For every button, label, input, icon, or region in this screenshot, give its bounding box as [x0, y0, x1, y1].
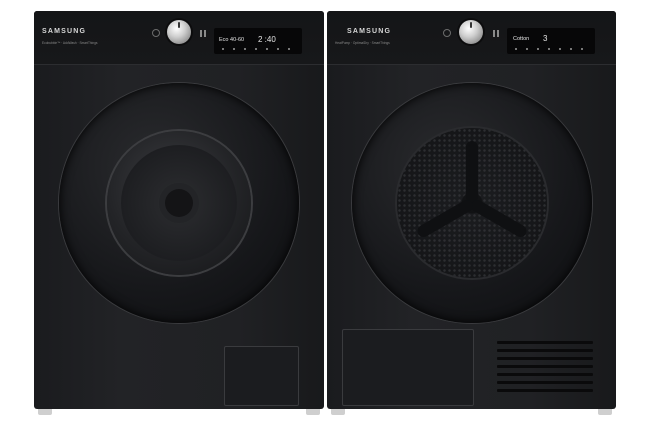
washer-door-glass: [107, 131, 251, 275]
dryer-feature-text: HeatPump · OptimalDry · SmartThings: [335, 41, 390, 45]
dryer-door[interactable]: [352, 83, 592, 323]
dryer-drum: [397, 128, 547, 278]
dryer-brand-logo: SAMSUNG: [347, 28, 392, 35]
washer-control-panel: SAMSUNG Ecobubble™ · AddWash · SmartThin…: [34, 11, 324, 65]
dryer-start-pause-button[interactable]: [493, 30, 499, 37]
washer-time-readout: 2 :40: [258, 35, 276, 44]
dryer-option-dots: [515, 48, 583, 50]
dial-notch: [470, 22, 472, 28]
dryer-display: Cotton 3: [507, 28, 595, 54]
washer-foot-left: [38, 409, 52, 415]
dial-notch: [178, 22, 180, 28]
dryer-foot-right: [598, 409, 612, 415]
tumble-dryer: SAMSUNG HeatPump · OptimalDry · SmartThi…: [327, 11, 616, 415]
washer-program-name: Eco 40-60: [219, 37, 245, 43]
washer-display: Eco 40-60 2 :40: [214, 28, 302, 54]
washer-brand-logo: SAMSUNG: [42, 28, 87, 35]
dryer-drum-vane: [469, 197, 529, 240]
washer-drum-hub: [165, 189, 193, 217]
dryer-water-tank-cover[interactable]: [342, 329, 474, 406]
washer-start-pause-button[interactable]: [200, 30, 206, 37]
dryer-foot-left: [331, 409, 345, 415]
dryer-drum-vane: [466, 141, 478, 203]
dryer-drum-vane: [415, 197, 475, 240]
dryer-program-dial[interactable]: [459, 20, 483, 44]
dryer-control-panel: SAMSUNG HeatPump · OptimalDry · SmartThi…: [327, 11, 616, 65]
dryer-vent-grille: [497, 341, 593, 397]
washer-program-dial[interactable]: [167, 20, 191, 44]
dryer-power-button[interactable]: [443, 29, 451, 37]
washer-filter-cover[interactable]: [224, 346, 299, 406]
washer-power-button[interactable]: [152, 29, 160, 37]
dryer-level-readout: 3: [543, 34, 548, 43]
washer-feature-text: Ecobubble™ · AddWash · SmartThings: [42, 41, 98, 45]
washer-door[interactable]: [59, 83, 299, 323]
washer-option-dots: [222, 48, 290, 50]
washer-foot-right: [306, 409, 320, 415]
washer-drum: [121, 145, 237, 261]
washing-machine: SAMSUNG Ecobubble™ · AddWash · SmartThin…: [34, 11, 324, 415]
dryer-program-name: Cotton: [513, 36, 530, 42]
